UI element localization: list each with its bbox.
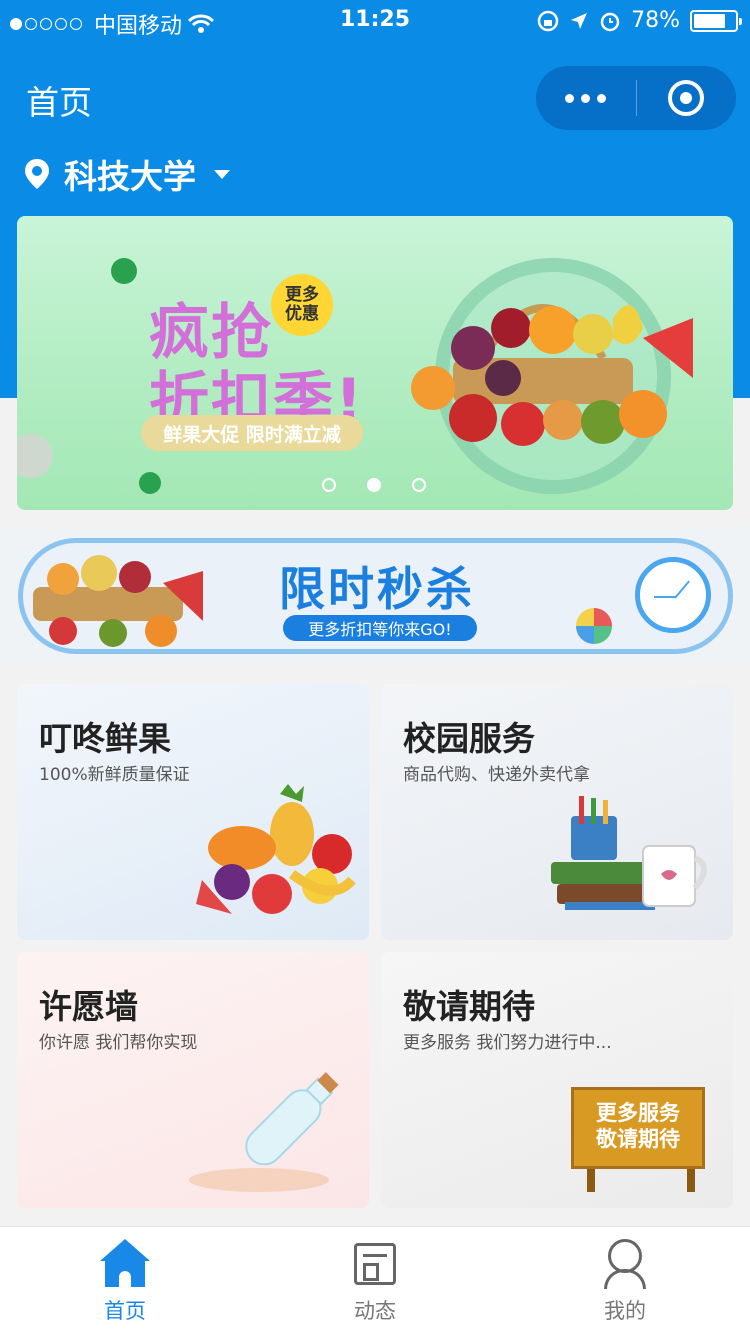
location-name: 科技大学 bbox=[64, 157, 196, 196]
sign-post bbox=[687, 1168, 695, 1192]
fruit-basket-illustration bbox=[411, 304, 693, 446]
sign-line: 敬请期待 bbox=[596, 1127, 680, 1152]
seckill-section: 限时秒杀 更多折扣等你来GO! bbox=[0, 526, 750, 666]
decor-ball bbox=[17, 434, 53, 478]
seckill-banner[interactable]: 限时秒杀 更多折扣等你来GO! bbox=[18, 538, 733, 654]
map-pin-icon bbox=[25, 159, 49, 189]
books-mug-illustration bbox=[551, 796, 707, 910]
tab-profile[interactable]: 我的 bbox=[500, 1227, 750, 1334]
nav-bar: 首页 bbox=[0, 62, 750, 132]
card-campus-service[interactable]: 校园服务 商品代购、快递外卖代拿 bbox=[381, 684, 733, 940]
tab-label: 我的 bbox=[604, 1299, 646, 1323]
seckill-subtitle: 更多折扣等你来GO! bbox=[283, 615, 477, 641]
close-circle-icon bbox=[668, 80, 705, 116]
clock-icon bbox=[635, 557, 711, 633]
alarm-icon bbox=[600, 12, 620, 31]
more-menu-button[interactable] bbox=[536, 93, 636, 103]
card-subtitle: 更多服务 我们努力进行中... bbox=[403, 1033, 612, 1053]
fruit-pile-illustration bbox=[196, 784, 356, 914]
user-icon bbox=[604, 1239, 646, 1289]
caret-down-icon bbox=[214, 169, 230, 179]
banner-badge: 更多优惠 bbox=[271, 274, 333, 336]
carousel-indicator[interactable] bbox=[322, 478, 336, 492]
fruit-basket-small-illustration bbox=[33, 555, 203, 647]
promo-banner[interactable]: 疯抢 折扣季! 更多优惠 鲜果大促 限时满立减 bbox=[17, 216, 733, 510]
home-icon bbox=[100, 1239, 150, 1289]
sign-post bbox=[587, 1168, 595, 1192]
message-bottle-illustration bbox=[189, 1072, 339, 1192]
card-title: 敬请期待 bbox=[403, 987, 535, 1026]
card-subtitle: 商品代购、快递外卖代拿 bbox=[403, 765, 590, 785]
carousel-indicator-active[interactable] bbox=[367, 478, 381, 492]
carousel-indicator[interactable] bbox=[412, 478, 426, 492]
banner-pill: 鲜果大促 限时满立减 bbox=[141, 415, 363, 451]
card-title: 叮咚鲜果 bbox=[39, 719, 171, 758]
decor-dot bbox=[111, 258, 137, 284]
location-selector[interactable]: 科技大学 bbox=[24, 150, 230, 198]
beach-ball-icon bbox=[576, 608, 612, 644]
sign-line: 更多服务 bbox=[596, 1101, 680, 1125]
card-subtitle: 100%新鲜质量保证 bbox=[39, 765, 190, 785]
mini-program-capsule bbox=[536, 66, 736, 130]
close-button[interactable] bbox=[637, 80, 737, 116]
card-wish-wall[interactable]: 许愿墙 你许愿 我们帮你实现 bbox=[17, 952, 369, 1208]
card-title: 校园服务 bbox=[403, 719, 535, 758]
battery-icon bbox=[690, 9, 742, 32]
tab-bar: 首页 动态 我的 bbox=[0, 1226, 750, 1334]
page-title: 首页 bbox=[26, 83, 92, 122]
location-arrow-icon bbox=[571, 12, 588, 29]
status-bar: 中国移动 11:25 78% bbox=[0, 0, 750, 42]
status-right: 78% bbox=[537, 8, 742, 33]
card-subtitle: 你许愿 我们帮你实现 bbox=[39, 1033, 198, 1053]
seckill-title: 限时秒杀 bbox=[279, 562, 475, 616]
battery-percent: 78% bbox=[631, 8, 680, 33]
rotation-lock-icon bbox=[537, 10, 559, 31]
tab-feed[interactable]: 动态 bbox=[250, 1227, 500, 1334]
coming-soon-sign: 更多服务 敬请期待 bbox=[571, 1087, 705, 1169]
tab-label: 动态 bbox=[354, 1299, 396, 1323]
tab-home[interactable]: 首页 bbox=[0, 1227, 250, 1334]
card-fresh-fruit[interactable]: 叮咚鲜果 100%新鲜质量保证 bbox=[17, 684, 369, 940]
card-coming-soon[interactable]: 敬请期待 更多服务 我们努力进行中... 更多服务 敬请期待 bbox=[381, 952, 733, 1208]
newspaper-icon bbox=[354, 1243, 396, 1285]
card-title: 许愿墙 bbox=[39, 987, 138, 1026]
tab-label: 首页 bbox=[104, 1299, 146, 1323]
decor-dot bbox=[139, 472, 161, 494]
